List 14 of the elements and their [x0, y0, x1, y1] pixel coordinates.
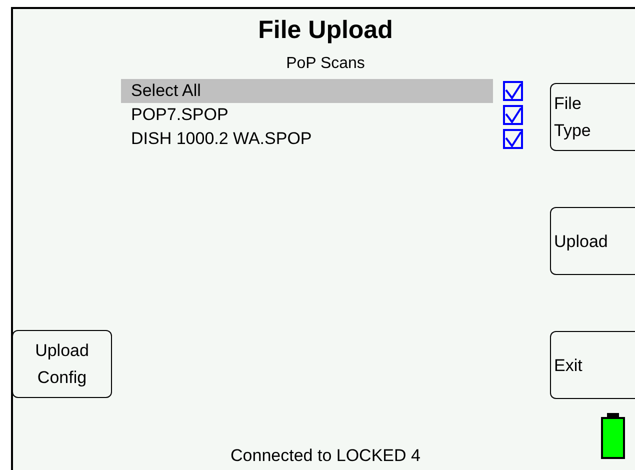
side-button[interactable]: File Type [550, 83, 635, 151]
screen-title: File Upload [258, 16, 393, 45]
checkbox[interactable] [503, 81, 523, 101]
checkbox[interactable] [503, 105, 523, 125]
file-list-item[interactable]: DISH 1000.2 WA.SPOP [121, 127, 493, 151]
list-heading: PoP Scans [286, 55, 365, 73]
upload-config-button[interactable]: Upload Config [12, 330, 112, 398]
file-list-item[interactable]: Select All [121, 79, 493, 103]
checkbox[interactable] [503, 129, 523, 149]
side-button[interactable]: Upload [550, 207, 635, 275]
status-text: Connected to LOCKED 4 [230, 446, 420, 466]
side-button[interactable]: Exit [550, 331, 635, 399]
battery-icon [601, 413, 625, 459]
file-list-item[interactable]: POP7.SPOP [121, 103, 493, 127]
